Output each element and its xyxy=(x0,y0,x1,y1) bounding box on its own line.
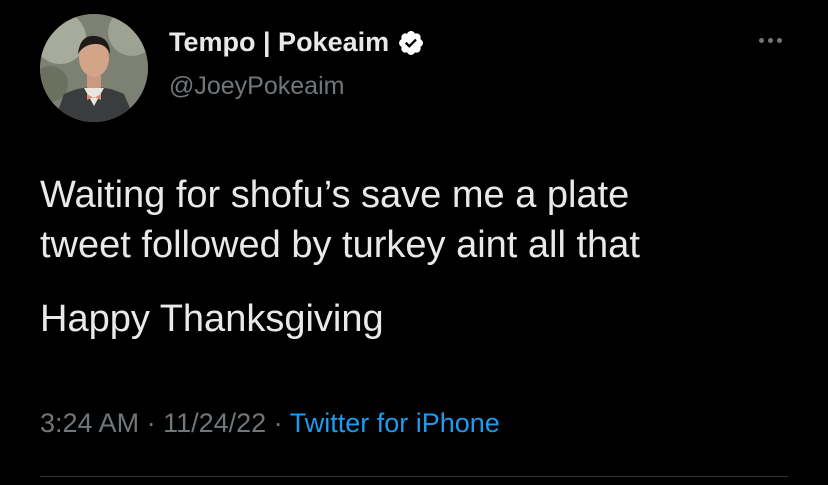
more-options-button[interactable] xyxy=(750,30,790,50)
tweet-text-paragraph-2: Happy Thanksgiving xyxy=(40,298,384,340)
author-handle[interactable]: @JoeyPokeaim xyxy=(169,72,344,101)
more-horizontal-icon-dot xyxy=(776,37,782,43)
author-display-name-text: Tempo | Pokeaim xyxy=(169,27,390,57)
tweet-text-line-1: Waiting for shofu’s save me a plate xyxy=(40,174,630,216)
tweet-time[interactable]: 3:24 AM xyxy=(40,408,139,438)
tweet-text: Waiting for shofu’s save me a plate twee… xyxy=(40,170,800,344)
author-display-name[interactable]: Tempo | Pokeaim xyxy=(169,27,425,58)
profile-photo xyxy=(40,14,148,122)
tweet-text-line-2: tweet followed by turkey aint all that xyxy=(40,224,640,266)
meta-separator: · xyxy=(139,408,164,438)
more-horizontal-icon-dot xyxy=(767,37,773,43)
divider xyxy=(40,476,788,477)
meta-separator: · xyxy=(266,408,290,438)
verified-badge-icon xyxy=(397,29,425,57)
tweet-text-paragraph-1: Waiting for shofu’s save me a plate twee… xyxy=(40,170,800,270)
tweet-source-link[interactable]: Twitter for iPhone xyxy=(290,408,500,438)
tweet-date[interactable]: 11/24/22 xyxy=(163,408,266,438)
more-horizontal-icon-dot xyxy=(758,37,764,43)
avatar[interactable] xyxy=(40,14,148,122)
tweet-metadata: 3:24 AM · 11/24/22 · Twitter for iPhone xyxy=(40,408,500,439)
